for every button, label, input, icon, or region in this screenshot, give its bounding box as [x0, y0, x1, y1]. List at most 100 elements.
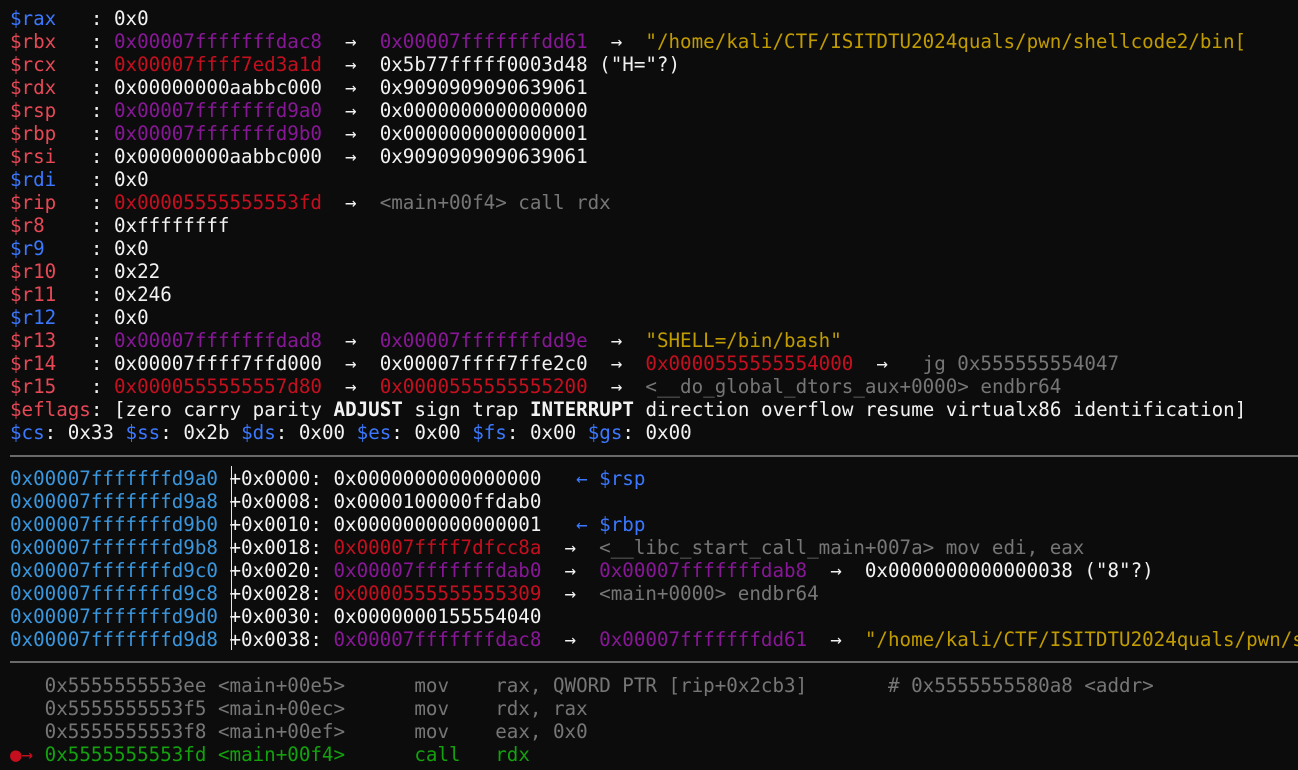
segment-value: 0x00 — [529, 421, 577, 444]
separator: : — [56, 306, 114, 329]
deref-arrow: → — [541, 582, 600, 605]
register-value: 0x246 — [113, 283, 172, 306]
register-row: $rsi : 0x00000000aabbc000 → 0x9090909090… — [10, 145, 588, 168]
deref-arrow: → — [587, 375, 646, 398]
register-name: $r15 — [10, 375, 57, 398]
deref-value: "SHELL=/bin/bash" — [645, 329, 842, 352]
separator: : — [90, 398, 114, 421]
segment-name: $cs — [10, 421, 45, 444]
stack-offset: +0x0018: — [229, 536, 334, 559]
register-value: 0x00007fffffffdac8 — [113, 30, 322, 53]
register-name: $rbp — [10, 122, 57, 145]
stack-offset: +0x0010: — [229, 513, 334, 536]
separator: : — [56, 168, 114, 191]
segment-name: $fs — [472, 421, 507, 444]
bracket: [ — [113, 398, 126, 421]
flag: ADJUST — [333, 398, 403, 421]
section-separator — [10, 455, 1298, 457]
register-name: $rip — [10, 191, 57, 214]
separator: : — [44, 214, 114, 237]
instruction-row: 0x5555555553ee <main+00e5> mov rax, QWOR… — [10, 674, 1154, 697]
register-row: $r15 : 0x0000555555557d80 → 0x0000555555… — [10, 375, 1061, 398]
stack-value: 0x0000000155554040 — [333, 605, 542, 628]
deref-value: 0x0000555555554000 — [645, 352, 854, 375]
flag: zero — [125, 398, 172, 421]
marker — [10, 697, 33, 720]
deref-arrow: → — [321, 53, 380, 76]
instruction-mnemonic: mov — [414, 720, 496, 743]
flag: parity — [252, 398, 322, 421]
eflags-row: $eflags: [zero carry parity ADJUST sign … — [10, 398, 1246, 421]
separator: : — [44, 237, 114, 260]
bracket: ] — [1234, 398, 1247, 421]
register-row: $rip : 0x00005555555553fd → <main+00f4> … — [10, 191, 611, 214]
register-value: 0x0 — [113, 306, 149, 329]
register-name: $rbx — [10, 30, 57, 53]
register-value: 0x0 — [113, 7, 149, 30]
instruction-mnemonic: mov — [414, 674, 496, 697]
instruction-operands: rax, QWORD PTR [rip+0x2cb3] — [495, 674, 888, 697]
register-row: $rax : 0x0 — [10, 7, 149, 30]
stack-value: 0x00007fffffffdab0 — [333, 559, 542, 582]
stack-address: 0x00007fffffffd9b0 — [10, 513, 218, 536]
register-row: $rdx : 0x00000000aabbc000 → 0x9090909090… — [10, 76, 588, 99]
register-row: $r10 : 0x22 — [10, 260, 160, 283]
flag: carry — [183, 398, 242, 421]
segment-name: $ds — [241, 421, 276, 444]
stack-offset: +0x0028: — [229, 582, 334, 605]
stack-address: 0x00007fffffffd9c8 — [10, 582, 218, 605]
deref-arrow: → — [587, 30, 646, 53]
separator: : — [56, 30, 114, 53]
separator: : — [56, 145, 114, 168]
stack-offset: +0x0000: — [229, 467, 334, 490]
deref-arrow: → — [807, 559, 865, 582]
separator: : — [622, 421, 646, 444]
deref-arrow: → — [853, 352, 923, 375]
register-value: 0x00007ffff7ffd000 — [113, 352, 322, 375]
stack-value: 0x00007ffff7dfcc8a — [333, 536, 542, 559]
stack-address: 0x00007fffffffd9d0 — [10, 605, 218, 628]
stack-value: 0x0000100000ffdab0 — [333, 490, 542, 513]
register-value: 0x0000555555557d80 — [113, 375, 322, 398]
separator: : — [275, 421, 299, 444]
deref-arrow: → — [321, 145, 380, 168]
instruction-symbol: <main+00ef> — [217, 720, 415, 743]
deref-arrow: → — [587, 352, 646, 375]
stack-address: 0x00007fffffffd9b8 — [10, 536, 218, 559]
separator: : — [160, 421, 184, 444]
register-value: 0x00000000aabbc000 — [113, 145, 322, 168]
section-separator — [10, 661, 1298, 663]
deref-value: 0x9090909090639061 — [379, 76, 588, 99]
register-row: $r13 : 0x00007fffffffdad8 → 0x00007fffff… — [10, 329, 842, 352]
deref-arrow: → — [321, 76, 380, 99]
deref-arrow: → — [321, 122, 380, 145]
instruction-address: 0x5555555553f8 — [44, 720, 207, 743]
register-row: $rbx : 0x00007fffffffdac8 → 0x00007fffff… — [10, 30, 1246, 53]
stack-offset: +0x0020: — [229, 559, 334, 582]
register-tag: ← $rbp — [541, 513, 646, 536]
gdb-terminal[interactable]: $rax : 0x0 $rbx : 0x00007fffffffdac8 → 0x… — [0, 0, 1298, 770]
register-name: $r9 — [10, 237, 45, 260]
flag: identification — [1072, 398, 1235, 421]
marker — [10, 720, 33, 743]
separator: : — [56, 53, 114, 76]
separator: : — [56, 99, 114, 122]
separator: : — [56, 375, 114, 398]
stack-column-divider — [231, 466, 232, 650]
deref-value: <__libc_start_call_main+007a> mov edi, e… — [599, 536, 1085, 559]
instruction-row: 0x5555555553f8 <main+00ef> mov eax, 0x0 — [10, 720, 888, 743]
deref-value: 0x0000555555555200 — [379, 375, 588, 398]
register-value: 0x00005555555553fd — [113, 191, 322, 214]
register-value: 0x00007fffffffdad8 — [113, 329, 322, 352]
